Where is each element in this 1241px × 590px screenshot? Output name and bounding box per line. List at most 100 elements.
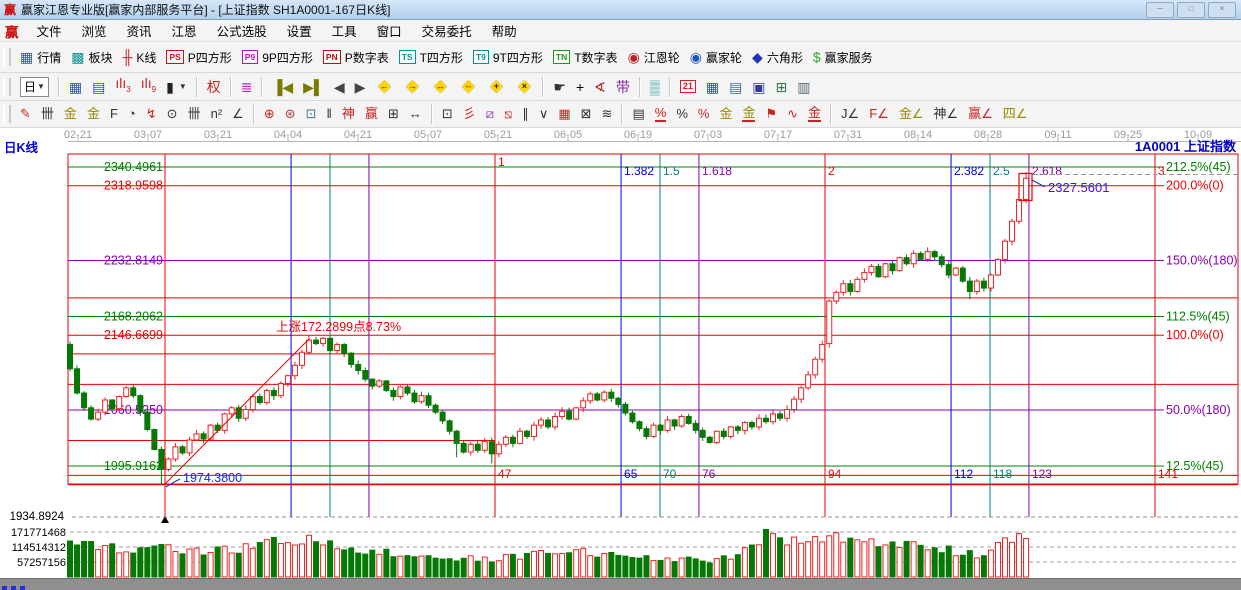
pattern-window-icon[interactable]: ▦ bbox=[64, 76, 87, 98]
three-bars-icon[interactable]: ılı3 bbox=[110, 76, 135, 98]
menu-item-6[interactable]: 工具 bbox=[322, 19, 367, 42]
star-grid-icon[interactable]: ⊛ bbox=[280, 103, 301, 125]
time-circle-icon[interactable]: ⊙ bbox=[162, 103, 183, 125]
menu-item-9[interactable]: 帮助 bbox=[482, 19, 527, 42]
gold-red-icon[interactable]: 金 bbox=[803, 103, 826, 125]
t-table-button[interactable]: TN T数字表 bbox=[548, 46, 623, 68]
quotes-button[interactable]: ▦ 行情 bbox=[15, 46, 66, 68]
ying-grid-icon[interactable]: 赢 bbox=[360, 103, 383, 125]
menu-item-0[interactable]: 文件 bbox=[27, 19, 72, 42]
maximize-button[interactable]: □ bbox=[1177, 2, 1205, 18]
info-window-icon[interactable]: ▤ bbox=[87, 76, 110, 98]
winner-wheel-button[interactable]: ◉ 赢家轮 bbox=[685, 46, 747, 68]
p-table-button[interactable]: PN P数字表 bbox=[318, 46, 394, 68]
9t-square-button[interactable]: T9 9T四方形 bbox=[468, 46, 548, 68]
menu-item-2[interactable]: 资讯 bbox=[117, 19, 162, 42]
circle-cross-icon[interactable]: ⊕ bbox=[259, 103, 280, 125]
zoom-out-icon[interactable]: ◆ × bbox=[510, 76, 538, 98]
toolbar-grip[interactable] bbox=[3, 105, 11, 123]
kline-button[interactable]: ╫ K线 bbox=[118, 46, 162, 68]
next-page-icon[interactable]: ▶ bbox=[350, 76, 371, 98]
gold-circle-icon[interactable]: 金 bbox=[714, 103, 737, 125]
menu-item-7[interactable]: 窗口 bbox=[367, 19, 412, 42]
gold-grid2-icon[interactable]: 金 bbox=[82, 103, 105, 125]
volume-profile-icon[interactable]: ≣ bbox=[236, 76, 258, 98]
list-icon[interactable]: ▤ bbox=[627, 103, 649, 125]
dense-grid-icon[interactable]: ▦ bbox=[553, 103, 575, 125]
fan-box2-icon[interactable]: ⧅ bbox=[499, 103, 517, 125]
ying-angle-icon[interactable]: 赢∠ bbox=[963, 103, 998, 125]
n-square-icon[interactable]: n² bbox=[206, 103, 228, 125]
brush2-icon[interactable]: ↯ bbox=[141, 103, 162, 125]
fan-icon[interactable]: 彡 bbox=[458, 103, 481, 125]
gann-wheel-button[interactable]: ◉ 江恩轮 bbox=[623, 46, 685, 68]
expand-h-icon[interactable]: ◆ ↔ bbox=[426, 76, 454, 98]
shift-left-icon[interactable]: ◆ ← bbox=[370, 76, 398, 98]
chart-canvas[interactable]: 02-21 03-07 03-21 04-04 04-21 05-07 05-21 06-05… bbox=[0, 128, 1241, 578]
pct-red-icon[interactable]: % bbox=[693, 103, 715, 125]
period-select[interactable]: 日 ▼ bbox=[15, 76, 54, 98]
grid-lines-icon[interactable]: 卌 bbox=[183, 103, 206, 125]
gold-line-icon[interactable]: 金 bbox=[737, 103, 760, 125]
crosshair-tool-icon[interactable]: + bbox=[571, 76, 589, 98]
hand-tool-icon[interactable]: ☛ bbox=[548, 76, 571, 98]
shrink-h-icon[interactable]: ◆ ⇔ bbox=[454, 76, 482, 98]
brush-icon[interactable]: ✎ bbox=[15, 103, 36, 125]
service-button[interactable]: $ 赢家服务 bbox=[808, 46, 878, 68]
wave-icon[interactable]: ∿ bbox=[782, 103, 803, 125]
9p-square-button[interactable]: P9 9P四方形 bbox=[237, 46, 318, 68]
menu-item-4[interactable]: 公式选股 bbox=[207, 19, 277, 42]
menu-item-3[interactable]: 江恩 bbox=[162, 19, 207, 42]
close-button[interactable]: × bbox=[1208, 2, 1236, 18]
shen-angle-icon[interactable]: 神∠ bbox=[928, 103, 963, 125]
grid-123-icon[interactable]: ⊞ bbox=[383, 103, 404, 125]
kline-mini-icon[interactable]: ǁ bbox=[322, 103, 337, 125]
minimize-button[interactable]: ─ bbox=[1146, 2, 1174, 18]
prev-page-icon[interactable]: ◀ bbox=[329, 76, 350, 98]
f-grid-icon[interactable]: F bbox=[105, 103, 123, 125]
p-square-button[interactable]: PS P四方形 bbox=[161, 46, 236, 68]
exrights-icon[interactable]: 权 bbox=[202, 76, 226, 98]
gold-angle-icon[interactable]: 金∠ bbox=[894, 103, 929, 125]
angle-set-icon[interactable]: ∠ bbox=[227, 103, 249, 125]
angle-tool-icon[interactable]: ∢ bbox=[589, 76, 611, 98]
last-page-icon[interactable]: ▶▌ bbox=[298, 76, 329, 98]
menu-item-1[interactable]: 浏览 bbox=[72, 19, 117, 42]
shen-grid-icon[interactable]: 神 bbox=[337, 103, 360, 125]
fan-box-icon[interactable]: ⧄ bbox=[481, 103, 499, 125]
span-arrow-icon[interactable]: ↔ bbox=[404, 103, 427, 125]
remote-icon[interactable]: ▥ bbox=[792, 76, 815, 98]
spiral-icon[interactable]: ◔ bbox=[123, 103, 141, 125]
first-page-icon[interactable]: ▐◀ bbox=[267, 76, 298, 98]
trend-line[interactable] bbox=[164, 338, 310, 485]
si-angle-icon[interactable]: 四∠ bbox=[998, 103, 1033, 125]
nine-bars-icon[interactable]: ılı9 bbox=[136, 76, 161, 98]
rays-icon[interactable]: ∥ bbox=[517, 103, 534, 125]
network-icon[interactable]: ⊞ bbox=[771, 76, 793, 98]
menu-item-8[interactable]: 交易委托 bbox=[412, 19, 482, 42]
hexagon-button[interactable]: ◆ 六角形 bbox=[747, 46, 808, 68]
menu-item-5[interactable]: 设置 bbox=[277, 19, 322, 42]
shift-right-icon[interactable]: ◆ → bbox=[398, 76, 426, 98]
grid-arrow-icon[interactable]: ⊠ bbox=[576, 103, 597, 125]
j-angle-icon[interactable]: J∠ bbox=[836, 103, 864, 125]
calculator-icon[interactable]: ▦ bbox=[701, 76, 724, 98]
toolbar-grip[interactable] bbox=[3, 48, 11, 66]
gold-grid-icon[interactable]: 金 bbox=[59, 103, 82, 125]
flag-icon[interactable]: ⚑ bbox=[760, 103, 782, 125]
sectors-button[interactable]: ▩ 板块 bbox=[66, 46, 117, 68]
box-corner-icon[interactable]: ⊡ bbox=[437, 103, 458, 125]
pct-icon[interactable]: % bbox=[671, 103, 693, 125]
box-grid-icon[interactable]: ⊡ bbox=[301, 103, 322, 125]
vee-lines-icon[interactable]: ∨ bbox=[534, 103, 554, 125]
gann-grid-icon[interactable]: 卌 bbox=[36, 103, 59, 125]
notes-icon[interactable]: ▤ bbox=[724, 76, 747, 98]
zoom-in-icon[interactable]: ◆ + bbox=[482, 76, 510, 98]
candle-style-icon[interactable]: ▮ ▼ bbox=[161, 76, 192, 98]
triple-lines-icon[interactable]: ≋ bbox=[597, 103, 618, 125]
calendar-icon[interactable]: 21 bbox=[675, 76, 701, 98]
t-square-button[interactable]: TS T四方形 bbox=[394, 46, 468, 68]
pct-line-icon[interactable]: % bbox=[650, 103, 672, 125]
band-tool-icon[interactable]: 带 bbox=[611, 76, 635, 98]
f-angle-icon[interactable]: F∠ bbox=[864, 103, 894, 125]
